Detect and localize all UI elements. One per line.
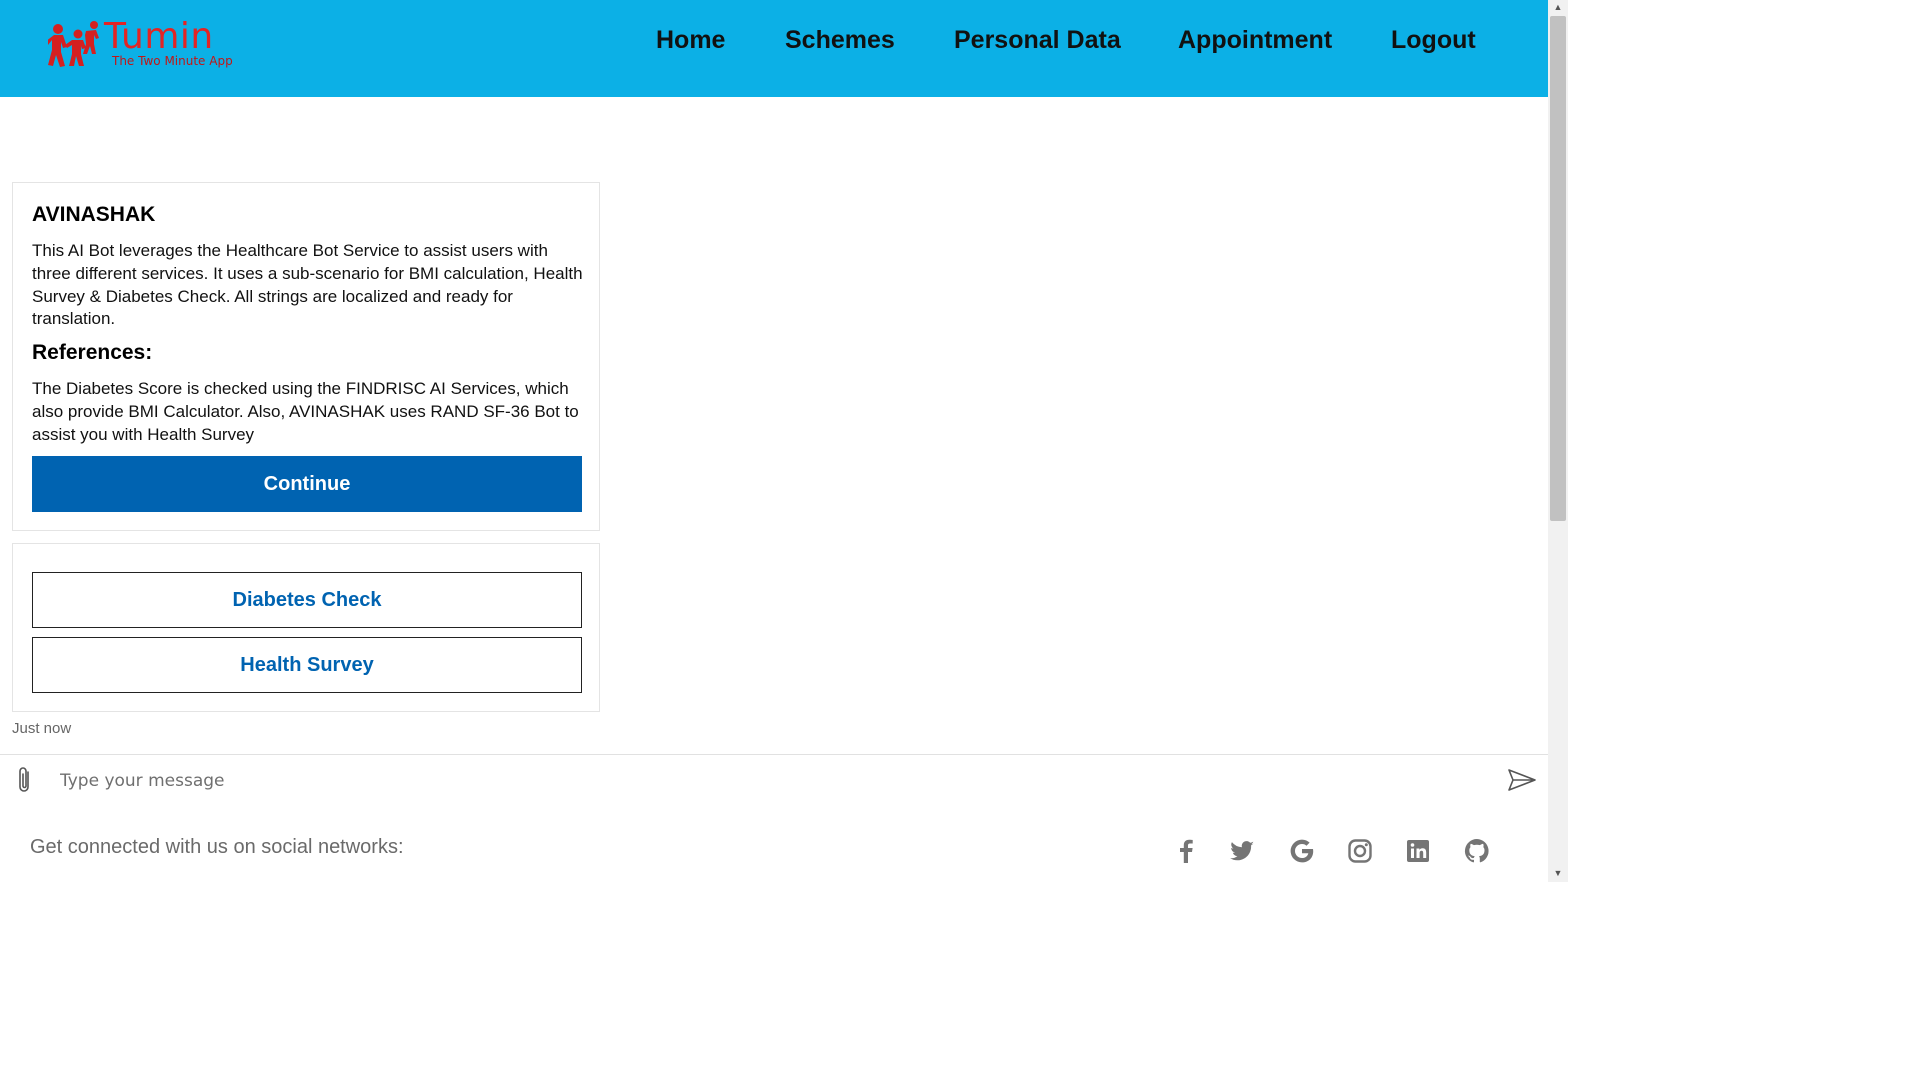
instagram-icon[interactable] — [1345, 836, 1375, 866]
twitter-icon[interactable] — [1227, 836, 1257, 866]
nav-home[interactable]: Home — [656, 24, 725, 56]
brand-name: Tumin — [104, 16, 214, 57]
suggested-actions-card: Diabetes Check Health Survey — [12, 543, 600, 712]
message-timestamp: Just now — [12, 720, 72, 737]
diabetes-check-button[interactable]: Diabetes Check — [32, 572, 582, 628]
nav-schemes[interactable]: Schemes — [785, 24, 895, 56]
bot-description: This AI Bot leverages the Healthcare Bot… — [32, 241, 583, 329]
scroll-down-arrow-icon[interactable]: ▼ — [1548, 866, 1568, 880]
references-heading: References: — [32, 341, 153, 364]
google-icon[interactable] — [1287, 836, 1317, 866]
message-input[interactable] — [60, 764, 1480, 798]
continue-button[interactable]: Continue — [32, 456, 582, 512]
scrollbar-thumb[interactable] — [1550, 16, 1566, 521]
footer: Get connected with us on social networks… — [0, 806, 1548, 882]
brand-tagline: The Two Minute App — [112, 54, 233, 68]
github-icon[interactable] — [1462, 836, 1492, 866]
facebook-icon[interactable] — [1171, 836, 1201, 866]
message-composer — [0, 754, 1548, 806]
bot-title: AVINASHAK — [32, 203, 156, 226]
top-navbar: Tumin The Two Minute App Home Schemes Pe… — [0, 0, 1548, 97]
social-networks-text: Get connected with us on social networks… — [30, 836, 404, 858]
references-text: The Diabetes Score is checked using the … — [32, 379, 579, 444]
nav-personal-data[interactable]: Personal Data — [954, 24, 1121, 56]
health-survey-button[interactable]: Health Survey — [32, 637, 582, 693]
children-figure-icon — [48, 21, 99, 67]
send-icon[interactable] — [1506, 767, 1538, 793]
bot-intro-card: AVINASHAK This AI Bot leverages the Heal… — [12, 182, 600, 531]
nav-logout[interactable]: Logout — [1391, 24, 1476, 56]
paperclip-icon[interactable] — [14, 765, 36, 795]
scroll-up-arrow-icon[interactable]: ▲ — [1548, 0, 1568, 14]
brand-logo[interactable]: Tumin The Two Minute App — [48, 16, 238, 74]
nav-appointment[interactable]: Appointment — [1178, 24, 1332, 56]
linkedin-icon[interactable] — [1403, 836, 1433, 866]
